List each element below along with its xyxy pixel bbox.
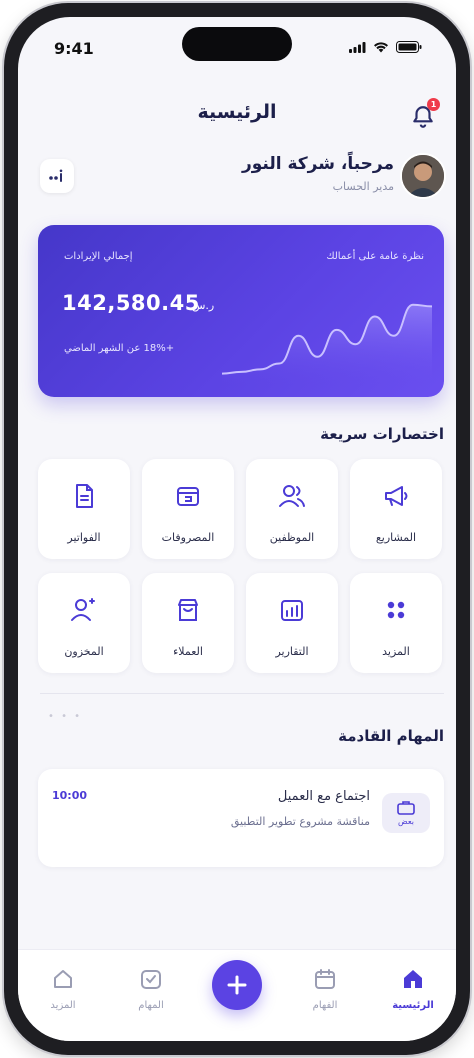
app-screen: 9:41 الرئيسية 1 مرحباً، شركة النور مدير …: [18, 17, 456, 1041]
megaphone-icon: [385, 486, 408, 506]
shortcut-employees[interactable]: الموظفين: [246, 459, 338, 559]
nav-label: المزيد: [50, 1000, 76, 1011]
pagination-dots: • • •: [48, 711, 83, 722]
nav-label: المهام: [138, 1000, 164, 1011]
shortcut-label: المخزون: [64, 645, 104, 658]
revenue-change: +18% عن الشهر الماضي: [64, 343, 175, 354]
status-time: 9:41: [54, 39, 94, 58]
shortcut-label: المصروفات: [161, 531, 215, 544]
options-icon: [49, 169, 63, 182]
chart-icon: [281, 600, 303, 621]
revenue-amount: 142,580.45: [62, 291, 200, 315]
shortcuts-title: اختصارات سريعة: [320, 425, 444, 443]
shop-icon: [178, 599, 198, 621]
revenue-summary-card[interactable]: نظرة عامة على أعمالك إجمالي الإيرادات 14…: [38, 225, 444, 397]
nav-tasks[interactable]: المهام: [116, 966, 186, 1011]
task-card[interactable]: 10:00 اجتماع مع العميل مناقشة مشروع تطوي…: [38, 769, 444, 867]
tasks-title: المهام القادمة: [338, 727, 444, 745]
user-photo-icon: [402, 155, 444, 197]
add-button[interactable]: [212, 960, 262, 1010]
dynamic-island: [182, 27, 292, 61]
nav-more[interactable]: المزيد: [28, 966, 98, 1011]
nav-label: الفهام: [312, 1000, 338, 1011]
wifi-icon: [374, 42, 388, 53]
bottom-navigation: الرئيسية الفهام المهام المزيد: [18, 949, 456, 1041]
notification-button[interactable]: 1: [410, 98, 440, 131]
avatar[interactable]: [400, 153, 446, 199]
shortcut-reports[interactable]: التقارير: [246, 573, 338, 673]
overview-label: نظرة عامة على أعمالك: [326, 251, 424, 262]
greeting-subtitle: مدير الحساب: [332, 180, 394, 193]
shortcut-more[interactable]: المزيد: [350, 573, 442, 673]
greeting-title: مرحباً، شركة النور: [241, 154, 394, 174]
shortcut-projects[interactable]: المشاريع: [350, 459, 442, 559]
shortcut-label: الموظفين: [269, 531, 315, 544]
shortcut-clients[interactable]: العملاء: [142, 573, 234, 673]
tasks-icon: [141, 970, 161, 989]
grid-dots-icon: [387, 601, 405, 619]
invoice-icon: [76, 484, 93, 508]
status-bar: 9:41: [18, 17, 456, 77]
inventory-icon: [71, 598, 95, 621]
nav-calendar[interactable]: الفهام: [290, 966, 360, 1011]
options-button[interactable]: [40, 159, 74, 193]
notification-badge: 1: [427, 98, 440, 111]
status-icons: [349, 41, 422, 53]
section-divider: [40, 693, 444, 694]
shortcut-inventory[interactable]: المخزون: [38, 573, 130, 673]
task-title: اجتماع مع العميل: [277, 789, 370, 804]
signal-icon: [349, 41, 366, 53]
total-revenue-label: إجمالي الإيرادات: [64, 251, 133, 262]
users-icon: [279, 485, 305, 507]
currency-label: ر.س: [192, 299, 215, 312]
shortcut-label: التقارير: [275, 645, 309, 658]
task-description: مناقشة مشروع تطوير التطبيق: [230, 815, 370, 828]
wallet-icon: [177, 487, 199, 506]
task-time: 10:00: [52, 789, 88, 802]
shortcut-label: المشاريع: [375, 531, 417, 544]
shortcut-label: المزيد: [382, 645, 410, 658]
revenue-trend-chart: [222, 303, 432, 385]
greeting-block: مرحباً، شركة النور مدير الحساب: [242, 154, 394, 193]
nav-home[interactable]: الرئيسية: [378, 966, 448, 1011]
page-title: الرئيسية: [197, 101, 277, 123]
briefcase-icon: [397, 800, 415, 815]
plus-icon: [227, 975, 247, 995]
shortcut-expenses[interactable]: المصروفات: [142, 459, 234, 559]
calendar-icon: [315, 969, 335, 989]
shortcut-invoices[interactable]: الفواتير: [38, 459, 130, 559]
phone-frame: 9:41 الرئيسية 1 مرحباً، شركة النور مدير …: [4, 3, 470, 1055]
nav-label: الرئيسية: [392, 1000, 434, 1011]
shortcut-label: الفواتير: [67, 531, 101, 544]
battery-icon: [396, 41, 422, 53]
shortcut-label: العملاء: [173, 645, 203, 658]
more-icon: [54, 970, 72, 988]
task-badge-label: بعض: [398, 816, 414, 826]
home-icon: [404, 970, 422, 988]
task-badge: بعض: [382, 793, 430, 833]
